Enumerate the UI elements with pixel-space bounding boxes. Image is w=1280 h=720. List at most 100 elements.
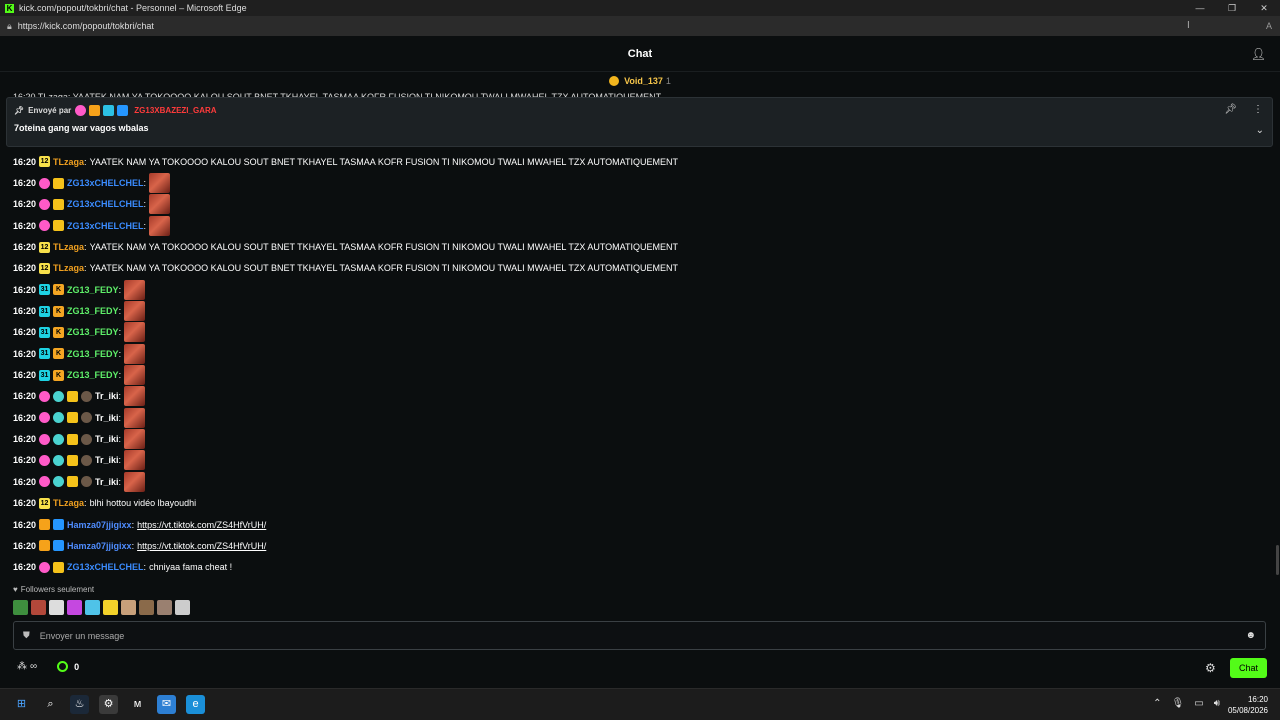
top-supporter[interactable]: Void_137 1: [0, 73, 1280, 89]
badge-globe-icon: [53, 476, 65, 488]
messenger-icon[interactable]: ✉: [157, 695, 176, 714]
message-username[interactable]: ZG13_FEDY: [67, 370, 119, 380]
message-username[interactable]: Tr_iki: [95, 434, 119, 444]
chat-message-row: 16:20 31 K ZG13_FEDY:: [13, 364, 1263, 386]
badge-gold-icon: [67, 412, 79, 424]
message-username[interactable]: Tr_iki: [95, 391, 119, 401]
message-input-box[interactable]: ⛊ ☻: [13, 621, 1266, 650]
epic-games-icon[interactable]: ᴍ: [128, 695, 147, 714]
window-title: kick.com/popout/tokbri/chat - Personnel …: [19, 3, 247, 13]
username-separator: :: [118, 391, 122, 402]
close-button[interactable]: ✕: [1248, 0, 1280, 16]
read-aloud-icon[interactable]: A: [1266, 21, 1272, 31]
chat-message-row: 16:20 ZG13xCHELCHEL:: [13, 172, 1263, 194]
pinned-username[interactable]: ZG13XBAZEZI_GARA: [134, 106, 216, 115]
message-timestamp: 16:20: [13, 562, 37, 573]
message-timestamp: 16:20: [13, 306, 37, 317]
scrollbar[interactable]: [1276, 545, 1279, 575]
display-icon[interactable]: ▭: [1194, 698, 1203, 709]
sent-by-label: Envoyé par: [28, 106, 72, 115]
message-username[interactable]: Hamza07jjigixx: [67, 520, 132, 530]
quick-emote[interactable]: [121, 600, 136, 615]
quick-emote[interactable]: [85, 600, 100, 615]
message-username[interactable]: ZG13xCHELCHEL: [67, 178, 144, 188]
more-options-icon[interactable]: ⋮: [1253, 104, 1263, 115]
message-username[interactable]: ZG13xCHELCHEL: [67, 199, 144, 209]
chat-emote[interactable]: [124, 322, 146, 343]
message-username[interactable]: ZG13xCHELCHEL: [67, 221, 144, 231]
microphone-icon[interactable]: 🎙︎: [1172, 698, 1185, 709]
chat-emote[interactable]: [124, 429, 146, 450]
message-username[interactable]: ZG13xCHELCHEL: [67, 562, 144, 572]
pinned-message[interactable]: 📌︎ Envoyé par ZG13XBAZEZI_GARA 7oteina g…: [6, 97, 1273, 147]
chat-emote[interactable]: [124, 365, 146, 386]
chat-emote[interactable]: [124, 407, 146, 428]
badge-gold-icon: [53, 561, 65, 573]
message-link[interactable]: https://vt.tiktok.com/ZS4HfVrUH/: [137, 541, 266, 551]
users-infinity-icon[interactable]: ⁂: [17, 661, 27, 672]
chevron-down-icon[interactable]: ⌄: [1256, 125, 1264, 136]
message-username[interactable]: Hamza07jjigixx: [67, 541, 132, 551]
chat-emote[interactable]: [124, 301, 146, 322]
steam-icon[interactable]: ♨: [70, 695, 89, 714]
edge-icon[interactable]: e: [186, 695, 205, 714]
quick-emote[interactable]: [103, 600, 118, 615]
message-username[interactable]: Tr_iki: [95, 455, 119, 465]
quick-emote[interactable]: [175, 600, 190, 615]
message-timestamp: 16:20: [13, 498, 37, 509]
chat-emote[interactable]: [124, 386, 146, 407]
message-link[interactable]: https://vt.tiktok.com/ZS4HfVrUH/: [137, 520, 266, 530]
message-username[interactable]: TLzaga: [53, 263, 84, 273]
chat-emote[interactable]: [149, 215, 171, 236]
search-icon[interactable]: ⌕: [41, 695, 60, 714]
lock-icon[interactable]: 🔒︎: [7, 21, 12, 32]
users-icon[interactable]: 👤︎: [1251, 47, 1266, 61]
message-username[interactable]: ZG13_FEDY: [67, 285, 119, 295]
message-username[interactable]: TLzaga: [53, 242, 84, 252]
chat-emote[interactable]: [124, 343, 146, 364]
badge-k-icon: K: [53, 369, 65, 381]
emoji-icon[interactable]: ☻: [1245, 630, 1256, 641]
points-icon[interactable]: [57, 661, 69, 672]
badge-person-icon: [81, 412, 93, 424]
badge-globe-icon: [53, 390, 65, 402]
quick-emote[interactable]: [31, 600, 46, 615]
url-text[interactable]: https://kick.com/popout/tokbri/chat: [18, 21, 1266, 31]
badge-gold-icon: [67, 390, 79, 402]
message-input[interactable]: [39, 630, 1246, 641]
quick-emote[interactable]: [67, 600, 82, 615]
chat-emote[interactable]: [124, 279, 146, 300]
badge-pink-icon: [39, 198, 51, 210]
minimize-button[interactable]: —: [1184, 0, 1216, 16]
windows-start-icon[interactable]: ⊞: [12, 695, 31, 714]
username-separator: :: [118, 412, 122, 423]
gear-icon[interactable]: ⚙: [1205, 661, 1216, 675]
message-username[interactable]: ZG13_FEDY: [67, 306, 119, 316]
message-username[interactable]: Tr_iki: [95, 477, 119, 487]
chat-emote[interactable]: [149, 173, 171, 194]
quick-emote[interactable]: [157, 600, 172, 615]
infinity-icon: ∞: [30, 661, 38, 672]
restore-button[interactable]: ❐: [1216, 0, 1248, 16]
chat-emote[interactable]: [124, 471, 146, 492]
address-bar[interactable]: 🔒︎ https://kick.com/popout/tokbri/chat A: [0, 16, 1280, 36]
volume-icon[interactable]: 🔊︎: [1214, 698, 1220, 709]
quick-emote[interactable]: [49, 600, 64, 615]
chat-emote[interactable]: [149, 194, 171, 215]
message-username[interactable]: ZG13_FEDY: [67, 327, 119, 337]
message-username[interactable]: TLzaga: [53, 498, 84, 508]
settings-app-icon[interactable]: ⚙: [99, 695, 118, 714]
send-chat-button[interactable]: Chat: [1230, 658, 1267, 678]
message-username[interactable]: TLzaga: [53, 157, 84, 167]
message-timestamp: 16:20: [13, 519, 37, 530]
message-username[interactable]: Tr_iki: [95, 413, 119, 423]
quick-emote[interactable]: [13, 600, 28, 615]
username-separator: :: [84, 156, 87, 167]
chevron-up-icon[interactable]: ⌃: [1153, 698, 1161, 709]
chat-message-row: 16:20 31 K ZG13_FEDY:: [13, 300, 1263, 322]
quick-emote[interactable]: [139, 600, 154, 615]
message-username[interactable]: ZG13_FEDY: [67, 349, 119, 359]
chat-emote[interactable]: [124, 450, 146, 471]
pin-icon[interactable]: 📌︎: [1224, 104, 1237, 115]
clock[interactable]: 16:20 05/08/2026: [1228, 694, 1268, 716]
